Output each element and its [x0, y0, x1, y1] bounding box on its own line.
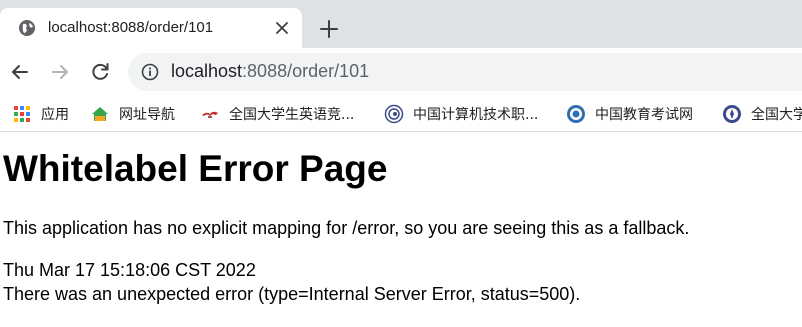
url-host: localhost: [171, 61, 243, 81]
bookmark-label: 全国大学: [751, 107, 802, 123]
blue-emblem-icon: [567, 105, 585, 123]
info-icon[interactable]: [140, 62, 160, 82]
bookmark-nav-site[interactable]: 网址导航: [90, 100, 175, 128]
bookmark-exam-net[interactable]: 中国教育考试网: [566, 100, 693, 128]
bookmark-national-univ[interactable]: 全国大学: [722, 100, 802, 128]
bookmark-label: 中国计算机技术职...: [413, 107, 539, 123]
red-logo-icon: [202, 111, 218, 118]
url-path: :8088/order/101: [242, 61, 370, 81]
round-seal-icon: [384, 104, 404, 124]
address-bar[interactable]: localhost:8088/order/101: [128, 53, 802, 91]
apps-grid-icon: [14, 106, 30, 122]
globe-icon: [19, 20, 35, 36]
bookmark-english-contest[interactable]: 全国大学生英语竞...: [200, 100, 354, 128]
error-detail: There was an unexpected error (type=Inte…: [3, 284, 581, 304]
page-title: Whitelabel Error Page: [3, 148, 388, 189]
bookmark-computer-tech[interactable]: 中国计算机技术职...: [384, 100, 538, 128]
back-arrow-icon[interactable]: [8, 60, 32, 84]
blue-emblem-icon: [723, 105, 741, 123]
forward-arrow-icon[interactable]: [48, 60, 72, 84]
page-content: Whitelabel Error Page This application h…: [0, 133, 802, 327]
bookmark-apps[interactable]: 应用: [12, 100, 69, 128]
reload-icon[interactable]: [88, 60, 112, 84]
new-tab-plus-icon[interactable]: [316, 16, 342, 42]
tab-title: localhost:8088/order/101: [48, 19, 214, 36]
bookmarks-bar: 应用 网址导航 全国大学生英语竞... 中国计算机技术职... 中国教育考试网: [0, 96, 802, 132]
house-2345-icon: [92, 107, 108, 121]
bookmark-label: 应用: [41, 107, 69, 123]
bookmark-label: 中国教育考试网: [595, 107, 693, 123]
bookmark-label: 全国大学生英语竞...: [229, 107, 355, 123]
error-timestamp: Thu Mar 17 15:18:06 CST 2022: [3, 260, 256, 280]
browser-toolbar: localhost:8088/order/101: [0, 48, 802, 96]
bookmark-label: 网址导航: [119, 107, 175, 123]
error-message: This application has no explicit mapping…: [3, 218, 690, 238]
close-icon[interactable]: [272, 18, 292, 38]
tab-strip: localhost:8088/order/101: [0, 0, 802, 48]
browser-tab[interactable]: localhost:8088/order/101: [0, 8, 302, 48]
address-url[interactable]: localhost:8088/order/101: [171, 61, 369, 82]
